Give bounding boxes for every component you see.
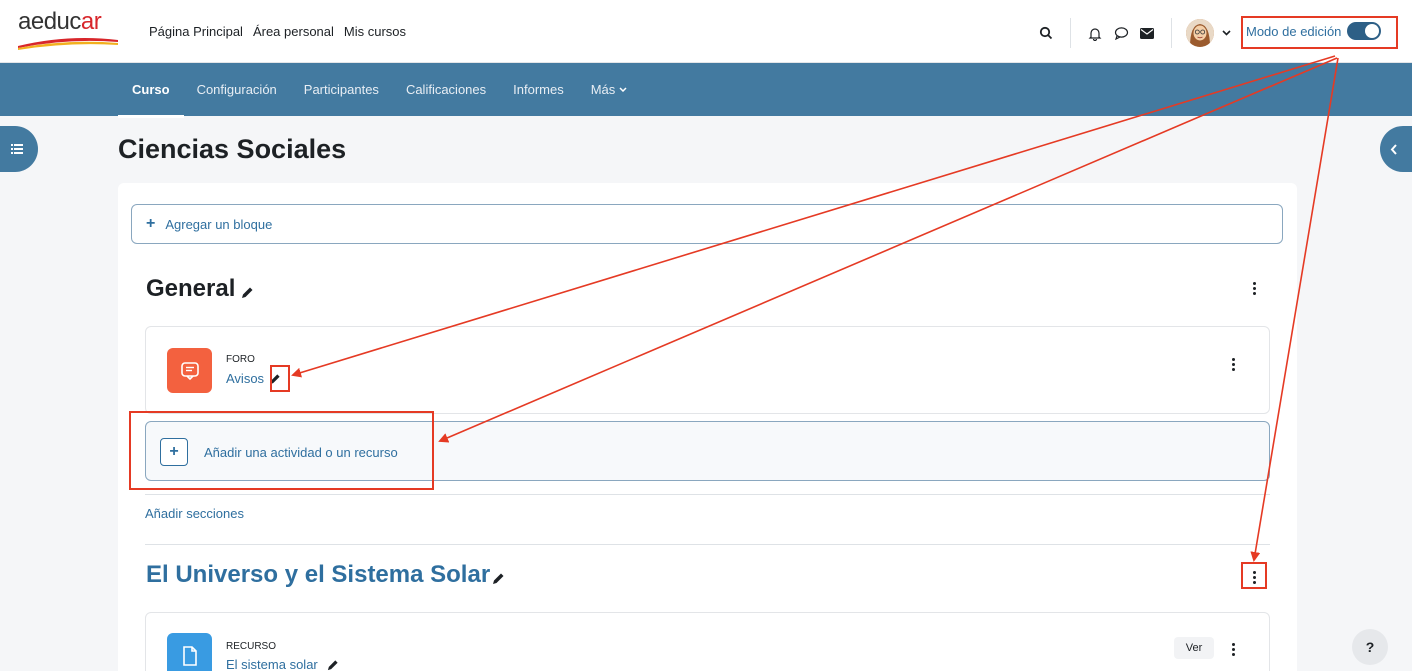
activity-type: RECURSO [226, 641, 277, 652]
nav-my-courses[interactable]: Mis cursos [344, 24, 406, 39]
chevron-down-icon[interactable] [1216, 23, 1236, 43]
activity-name: El sistema solar [226, 657, 339, 671]
chevron-left-icon [1390, 143, 1397, 155]
add-block-button[interactable]: + Agregar un bloque [131, 204, 1283, 244]
pencil-icon[interactable] [327, 659, 339, 671]
tab-participants[interactable]: Participantes [304, 82, 379, 97]
pencil-icon[interactable] [492, 572, 505, 585]
section-title-text: General [146, 275, 236, 302]
tab-more[interactable]: Más [591, 82, 628, 97]
avatar[interactable] [1186, 19, 1214, 47]
page-title: Ciencias Sociales [118, 134, 347, 164]
view-button[interactable]: Ver [1174, 637, 1214, 659]
navbar-divider [1171, 18, 1172, 48]
activity-menu-icon[interactable] [1226, 640, 1240, 658]
annotation-box-add-activity [129, 411, 434, 490]
tab-more-label: Más [590, 82, 616, 97]
activity-resource: RECURSO El sistema solar Ver [145, 612, 1270, 671]
top-navbar: aeducar Página Principal Área personal M… [0, 0, 1412, 63]
plus-icon: + [146, 215, 156, 232]
annotation-box-pencil [270, 365, 290, 392]
section-title-universe[interactable]: El Universo y el Sistema Solar [146, 561, 505, 589]
nav-home[interactable]: Página Principal [149, 24, 243, 39]
site-logo[interactable]: aeducar [18, 8, 118, 54]
course-secondary-nav: Curso Configuración Participantes Califi… [0, 63, 1412, 118]
forum-icon [167, 348, 212, 393]
section-menu-icon[interactable] [1247, 279, 1261, 297]
primary-nav: Página Principal Área personal Mis curso… [149, 24, 406, 39]
chevron-down-icon [619, 87, 627, 92]
course-index-drawer-button[interactable] [0, 126, 38, 172]
annotation-box-edit-mode [1241, 16, 1398, 49]
bell-icon[interactable] [1085, 23, 1105, 43]
envelope-icon[interactable] [1137, 23, 1157, 43]
activity-link[interactable]: El sistema solar [226, 657, 318, 671]
navbar-icons [1036, 18, 1236, 48]
block-drawer-button[interactable] [1380, 126, 1412, 172]
activity-forum: FORO Avisos [145, 326, 1270, 414]
nav-dashboard[interactable]: Área personal [253, 24, 334, 39]
section-title-general: General [146, 275, 254, 303]
tab-settings[interactable]: Configuración [197, 82, 277, 97]
add-block-label: Agregar un bloque [165, 216, 273, 232]
logo-swoosh-icon [18, 38, 118, 50]
logo-text: aeducar [18, 8, 102, 35]
activity-link[interactable]: Avisos [226, 371, 264, 386]
tab-reports[interactable]: Informes [513, 82, 564, 97]
add-sections-link[interactable]: Añadir secciones [145, 506, 244, 521]
annotation-box-section-menu [1241, 562, 1267, 589]
search-icon[interactable] [1036, 23, 1056, 43]
activity-menu-icon[interactable] [1226, 355, 1240, 373]
navbar-divider [1070, 18, 1071, 48]
section-title-text[interactable]: El Universo y el Sistema Solar [146, 561, 490, 589]
chat-bubble-icon[interactable] [1111, 23, 1131, 43]
list-icon [11, 144, 23, 154]
tab-grades[interactable]: Calificaciones [406, 82, 486, 97]
tab-course[interactable]: Curso [118, 82, 183, 118]
file-icon [167, 633, 212, 671]
section-divider [145, 544, 1270, 545]
activity-type: FORO [226, 354, 255, 365]
section-divider [145, 494, 1270, 495]
pencil-icon[interactable] [241, 286, 254, 299]
help-button[interactable]: ? [1352, 629, 1388, 665]
